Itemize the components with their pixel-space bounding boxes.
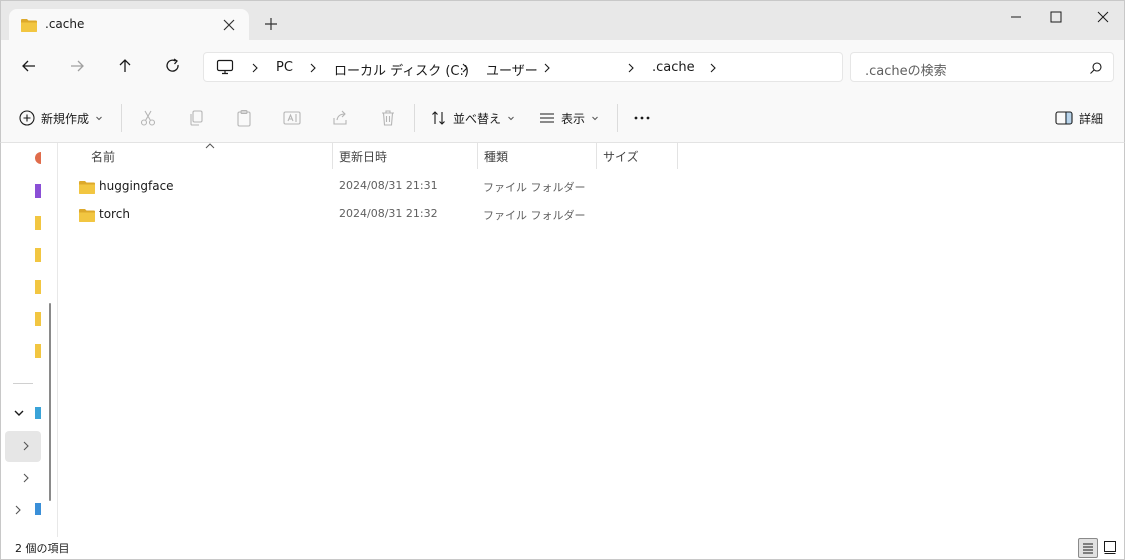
new-label: 新規作成	[41, 111, 90, 126]
large-icons-view-icon	[1104, 541, 1116, 554]
file-name: huggingface	[99, 179, 174, 193]
nav-folder-icon[interactable]	[35, 216, 41, 230]
chevron-right-icon[interactable]	[13, 504, 23, 516]
folder-icon	[79, 181, 95, 194]
title-bar: .cache	[0, 0, 1125, 41]
folder-icon	[79, 209, 95, 222]
command-bar: 新規作成 並べ替え 表示 詳細	[0, 94, 1125, 143]
breadcrumb-pc[interactable]: PC	[276, 60, 293, 75]
close-window-icon[interactable]	[1093, 7, 1113, 27]
minimize-icon[interactable]	[1006, 7, 1026, 27]
file-type: ファイル フォルダー	[483, 181, 586, 194]
share-icon[interactable]	[330, 108, 350, 128]
maximize-icon[interactable]	[1046, 7, 1066, 27]
close-tab-icon[interactable]	[221, 17, 237, 33]
search-icon[interactable]	[1089, 61, 1103, 75]
file-date: 2024/08/31 21:31	[339, 179, 438, 192]
sort-icon	[432, 111, 445, 125]
column-divider[interactable]	[677, 143, 678, 169]
rename-icon[interactable]	[282, 108, 302, 128]
large-icons-view-button[interactable]	[1101, 538, 1121, 558]
details-label: 詳細	[1079, 111, 1104, 126]
file-date: 2024/08/31 21:32	[339, 207, 438, 220]
details-pane-button[interactable]: 詳細	[1055, 106, 1103, 130]
file-row[interactable]: huggingface 2024/08/31 21:31 ファイル フォルダー	[73, 173, 1113, 201]
chevron-right-icon[interactable]	[626, 62, 636, 74]
breadcrumb-user-redacted[interactable]	[568, 60, 614, 76]
chevron-right-icon[interactable]	[21, 440, 31, 452]
new-tab-icon[interactable]	[263, 16, 279, 32]
file-list: 名前 更新日時 種類 サイズ huggingface 2024/08/31 21…	[59, 143, 1125, 537]
nav-item-videos-icon[interactable]	[35, 184, 41, 198]
divider	[617, 104, 618, 132]
nav-folder-icon[interactable]	[35, 344, 41, 358]
column-header-date[interactable]: 更新日時	[333, 143, 477, 169]
nav-divider	[13, 383, 33, 384]
details-pane-icon	[1055, 111, 1073, 125]
sort-label: 並べ替え	[453, 111, 502, 126]
nav-item-icon[interactable]	[35, 152, 41, 164]
navigation-bar: PC ローカル ディスク (C:) ユーザー .cache .cacheの検索	[0, 40, 1125, 94]
nav-this-pc-icon[interactable]	[35, 407, 41, 419]
delete-icon[interactable]	[378, 108, 398, 128]
chevron-right-icon[interactable]	[542, 62, 552, 74]
search-input[interactable]: .cacheの検索	[850, 52, 1114, 82]
chevron-right-icon[interactable]	[460, 62, 470, 74]
up-arrow-icon[interactable]	[115, 56, 135, 76]
nav-folder-icon[interactable]	[35, 312, 41, 326]
chevron-down-icon	[96, 116, 102, 121]
file-row[interactable]: torch 2024/08/31 21:32 ファイル フォルダー	[73, 201, 1113, 229]
chevron-right-icon[interactable]	[250, 62, 260, 74]
nav-scrollbar[interactable]	[49, 303, 51, 501]
chevron-right-icon[interactable]	[308, 62, 318, 74]
copy-icon[interactable]	[186, 108, 206, 128]
folder-icon	[21, 19, 37, 32]
chevron-right-icon[interactable]	[708, 62, 718, 74]
plus-circle-icon	[19, 110, 35, 126]
view-label: 表示	[561, 111, 586, 126]
divider	[121, 104, 122, 132]
column-header-type[interactable]: 種類	[478, 143, 596, 169]
view-button[interactable]: 表示	[539, 106, 599, 130]
nav-network-icon[interactable]	[35, 503, 41, 515]
column-header-size[interactable]: サイズ	[597, 143, 677, 169]
nav-folder-icon[interactable]	[35, 280, 41, 294]
divider	[414, 104, 415, 132]
status-bar: 2 個の項目	[0, 537, 1125, 560]
back-arrow-icon[interactable]	[19, 56, 39, 76]
address-bar[interactable]: PC ローカル ディスク (C:) ユーザー .cache	[203, 52, 843, 82]
breadcrumb-users[interactable]: ユーザー	[486, 60, 538, 79]
chevron-down-icon	[592, 116, 598, 121]
more-options-icon[interactable]	[632, 108, 652, 128]
breadcrumb-local-disk[interactable]: ローカル ディスク (C:)	[334, 60, 469, 79]
file-name: torch	[99, 207, 130, 221]
paste-icon[interactable]	[234, 108, 254, 128]
refresh-icon[interactable]	[163, 56, 183, 76]
forward-arrow-icon[interactable]	[67, 56, 87, 76]
breadcrumb-cache[interactable]: .cache	[652, 60, 695, 75]
computer-icon[interactable]	[216, 59, 234, 75]
chevron-right-icon[interactable]	[21, 472, 31, 484]
view-lines-icon	[540, 113, 554, 123]
chevron-down-icon	[508, 116, 514, 121]
tab-title: .cache	[45, 17, 85, 31]
details-view-icon	[1083, 543, 1093, 554]
tab-cache[interactable]: .cache	[9, 9, 249, 41]
navigation-pane	[0, 143, 58, 537]
column-header-name[interactable]: 名前	[85, 143, 331, 169]
item-count: 2 個の項目	[15, 542, 70, 555]
search-placeholder: .cacheの検索	[865, 64, 947, 79]
sort-button[interactable]: 並べ替え	[431, 106, 515, 130]
nav-folder-icon[interactable]	[35, 248, 41, 262]
chevron-down-icon[interactable]	[13, 408, 25, 418]
file-type: ファイル フォルダー	[483, 209, 586, 222]
details-view-button[interactable]	[1078, 538, 1098, 558]
new-button[interactable]: 新規作成	[19, 106, 103, 130]
cut-icon[interactable]	[138, 108, 158, 128]
